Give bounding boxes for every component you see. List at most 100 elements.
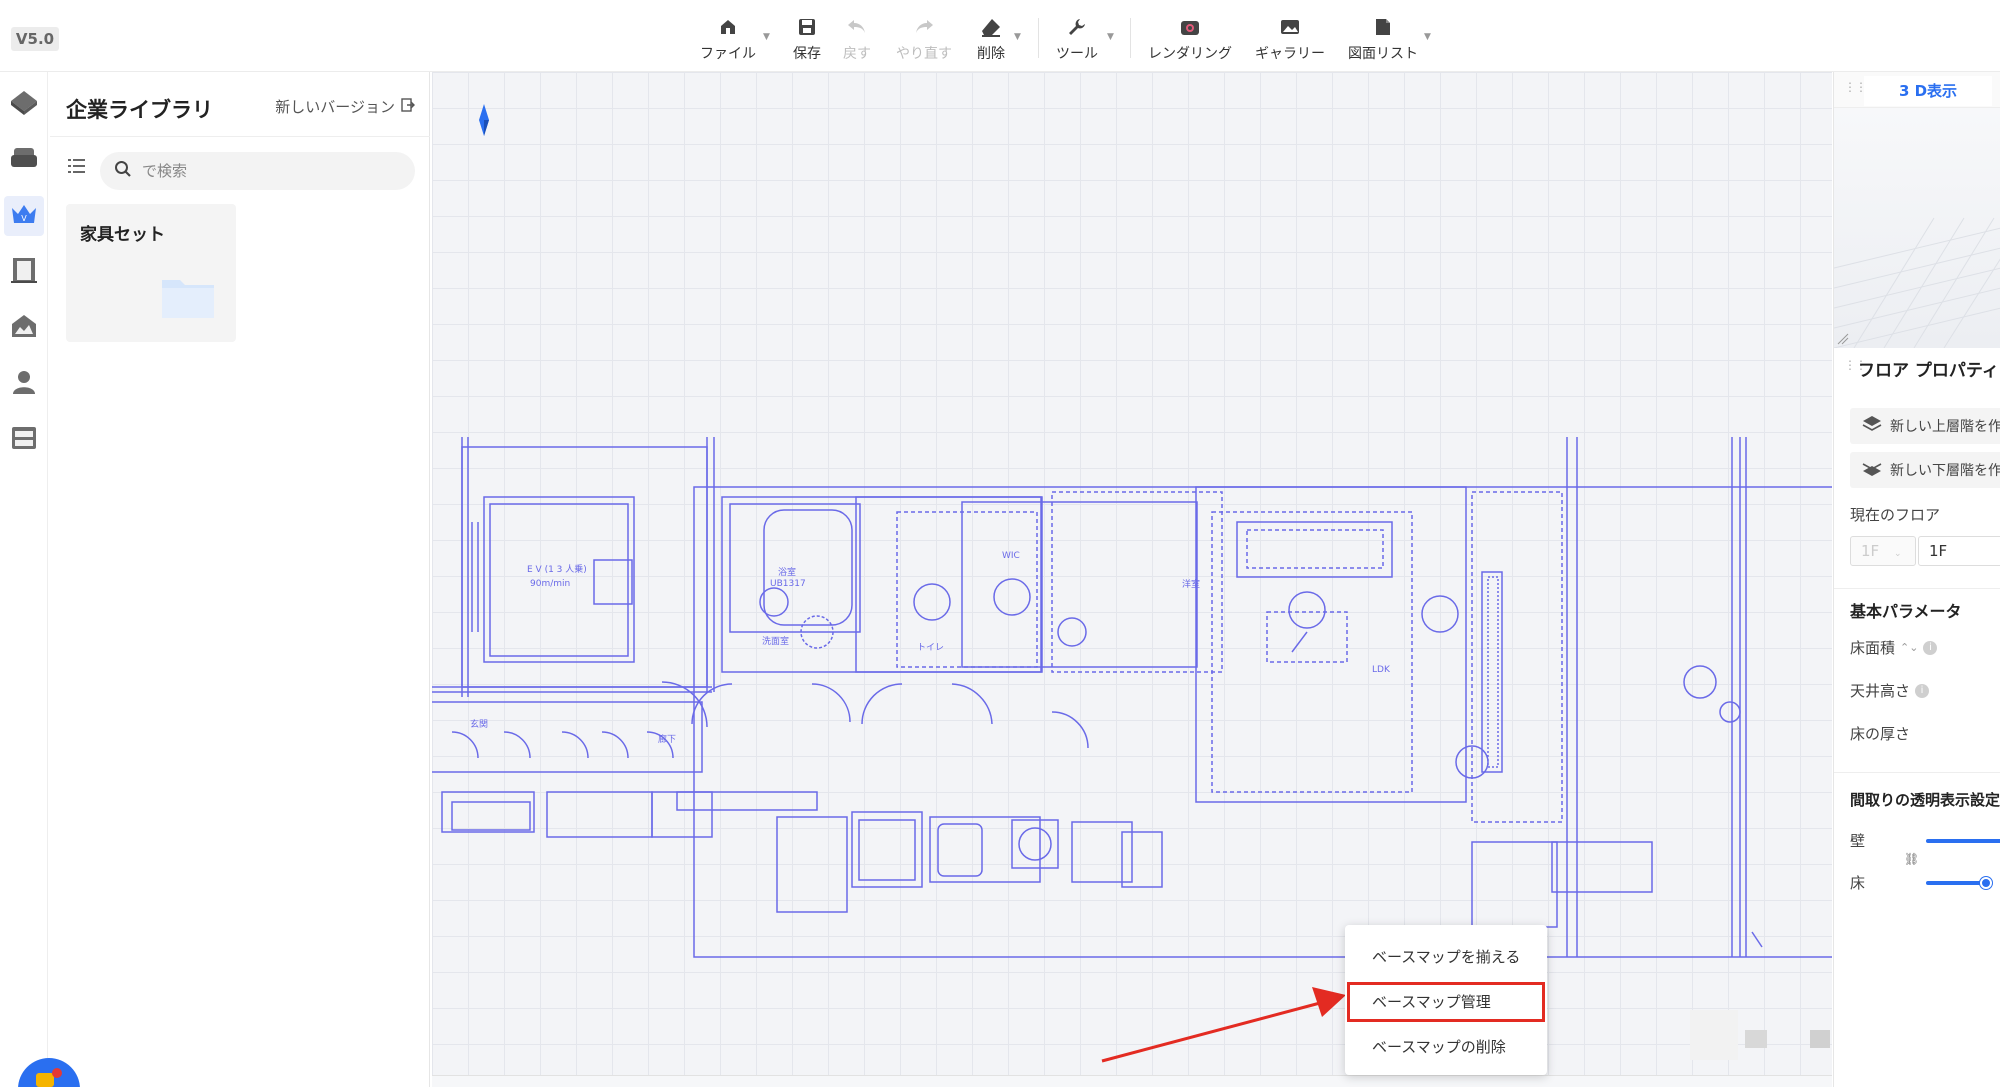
annotation-arrow xyxy=(1101,987,1346,1063)
gallery-icon xyxy=(1279,16,1301,38)
floor-label: 床 xyxy=(1850,874,1866,892)
folder-name: 家具セット xyxy=(80,225,165,245)
new-version-label: 新しいバージョン xyxy=(275,98,395,116)
basic-params-title: 基本パラメータ xyxy=(1850,602,1962,621)
file-caret-icon[interactable]: ▼ xyxy=(763,32,770,42)
floor-area-label: 床面積 xyxy=(1850,639,1896,657)
rail-door[interactable] xyxy=(4,252,44,292)
gallery-label: ギャラリー xyxy=(1255,46,1325,62)
house-icon xyxy=(717,16,739,38)
tools-caret-icon[interactable]: ▼ xyxy=(1107,32,1114,42)
undo-icon xyxy=(846,16,868,38)
layers-up-icon xyxy=(1862,415,1882,437)
tab-3d-view[interactable]: 3 D表示 xyxy=(1864,76,1992,106)
file-label: ファイル xyxy=(700,46,756,62)
divider xyxy=(50,136,430,137)
sofa-icon xyxy=(9,145,39,175)
undo-button[interactable]: 戻す xyxy=(843,16,871,63)
folder-card[interactable]: 家具セット xyxy=(66,204,236,342)
delete-caret-icon[interactable]: ▼ xyxy=(1014,32,1021,42)
view-tabs: ⋮⋮ 3 D表示 xyxy=(1834,72,2000,108)
gallery-button[interactable]: ギャラリー xyxy=(1255,16,1325,63)
library-title: 企業ライブラリ xyxy=(66,98,213,122)
transparency-title: 間取りの透明表示設定 xyxy=(1850,791,2000,809)
3d-grid xyxy=(1834,217,2000,349)
info-icon[interactable]: i xyxy=(1915,683,1930,698)
drawing-list-label: 図面リスト xyxy=(1348,46,1418,62)
tools-button[interactable]: ツール xyxy=(1056,16,1098,63)
rail-landscape[interactable] xyxy=(4,308,44,348)
new-version-link[interactable]: 新しいバージョン xyxy=(275,96,415,117)
rail-house[interactable] xyxy=(4,84,44,124)
cabinet-icon xyxy=(9,424,39,456)
properties-panel: ⋮⋮ 3 D表示 ⋮⋮ フロア プロパティ 新しい上層階を作 新しい下層階を作 … xyxy=(1833,72,2000,1087)
sort-icon[interactable]: ⌃⌄ xyxy=(1900,641,1918,654)
camera-icon xyxy=(1179,16,1201,38)
rail-sofa[interactable] xyxy=(4,140,44,180)
floor-select-disabled[interactable]: 1F ⌄ xyxy=(1850,536,1916,566)
toolbar-separator xyxy=(1038,18,1039,58)
ceiling-height-label: 天井高さ xyxy=(1850,682,1911,700)
crown-icon: V xyxy=(9,201,39,231)
floor-select[interactable]: 1F xyxy=(1918,536,2000,566)
plan-label-roka: 廊下 xyxy=(658,733,676,745)
wall-opacity-slider[interactable] xyxy=(1926,839,2000,843)
floor-properties-title: フロア プロパティ xyxy=(1858,361,1999,381)
redo-label: やり直す xyxy=(896,46,952,62)
info-icon[interactable]: i xyxy=(1923,640,1938,655)
ceiling-height-row: 天井高さ i xyxy=(1850,680,1930,701)
redo-icon xyxy=(913,16,935,38)
rail-user[interactable] xyxy=(4,364,44,404)
save-button[interactable]: 保存 xyxy=(793,16,821,63)
drawing-list-caret-icon[interactable]: ▼ xyxy=(1424,32,1431,42)
document-icon xyxy=(1372,16,1394,38)
list-view-icon[interactable] xyxy=(68,158,86,178)
menu-delete-basemap[interactable]: ベースマップの削除 xyxy=(1345,1027,1547,1067)
rail-cabinet[interactable] xyxy=(4,420,44,460)
current-floor-label: 現在のフロア xyxy=(1850,506,1941,524)
gift-icon xyxy=(36,1073,54,1087)
design-canvas[interactable]: E V (1 3 人乗) 90m/min 浴室 UB1317 洗面室 トイレ W… xyxy=(432,72,1832,1087)
floor-thickness-label: 床の厚さ xyxy=(1850,725,1911,743)
layers-down-icon xyxy=(1862,459,1882,481)
3d-preview[interactable] xyxy=(1834,108,2000,349)
library-panel: 企業ライブラリ 新しいバージョン 家具セット xyxy=(50,72,430,1087)
save-label: 保存 xyxy=(793,46,821,62)
user-icon xyxy=(10,368,38,400)
svg-text:V: V xyxy=(21,214,27,223)
rendering-button[interactable]: レンダリング xyxy=(1148,16,1232,63)
floor-opacity-slider[interactable] xyxy=(1926,881,1986,885)
blurred-area xyxy=(1690,1010,1738,1060)
floor-opacity-knob[interactable] xyxy=(1980,877,1992,889)
wall-label: 壁 xyxy=(1850,832,1866,850)
drag-handle-icon[interactable]: ⋮⋮ xyxy=(1844,81,1867,93)
version-badge: V5.0 xyxy=(11,27,59,51)
delete-label: 削除 xyxy=(977,46,1005,62)
new-upper-floor-button[interactable]: 新しい上層階を作 xyxy=(1850,408,2000,444)
new-lower-floor-button[interactable]: 新しい下層階を作 xyxy=(1850,452,2000,488)
redo-button[interactable]: やり直す xyxy=(896,16,952,63)
save-icon xyxy=(796,16,818,38)
menu-align-basemap[interactable]: ベースマップを揃える xyxy=(1345,937,1547,977)
floor-plan-basemap[interactable]: E V (1 3 人乗) 90m/min 浴室 UB1317 洗面室 トイレ W… xyxy=(432,72,1832,1087)
library-search[interactable] xyxy=(100,152,415,190)
link-icon[interactable]: ⛓ xyxy=(1904,852,1919,866)
menu-manage-basemap[interactable]: ベースマップ管理 xyxy=(1347,982,1545,1022)
blurred-area xyxy=(1745,1030,1767,1048)
search-input[interactable] xyxy=(142,162,382,180)
delete-button[interactable]: 削除 xyxy=(977,16,1005,63)
divider xyxy=(1834,772,2000,773)
folder-icon xyxy=(160,274,216,324)
plan-label-bath: 浴室 xyxy=(778,566,796,578)
plan-label-genkan: 玄関 xyxy=(470,718,488,730)
landscape-icon xyxy=(9,312,39,344)
search-icon xyxy=(114,160,132,182)
rail-enterprise[interactable]: V xyxy=(4,196,44,236)
floor-select-b-value: 1F xyxy=(1929,542,1948,560)
drawing-list-button[interactable]: 図面リスト xyxy=(1348,16,1418,63)
canvas-bottom-bar xyxy=(432,1075,1832,1087)
eraser-icon xyxy=(980,16,1002,38)
top-toolbar: V5.0 ファイル ▼ 保存 戻す やり直す 削除 ▼ ツール ▼ レンダリング… xyxy=(0,0,2000,72)
file-button[interactable]: ファイル xyxy=(700,16,756,63)
category-rail: V xyxy=(0,72,48,1087)
